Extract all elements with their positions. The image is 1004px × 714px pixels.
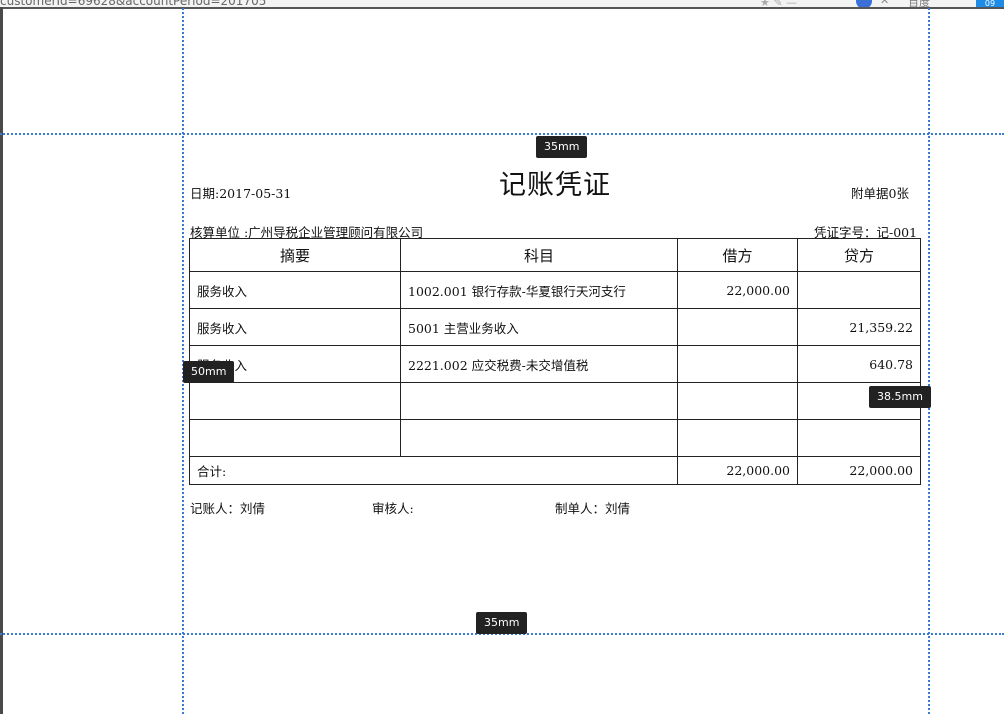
column-header-credit: 贷方 xyxy=(797,238,921,272)
window-frame-left xyxy=(0,7,3,714)
table-row: 服务收入 2221.002 应交税费-未交增值税 640.78 xyxy=(189,345,921,383)
debit-cell xyxy=(677,419,798,457)
account-cell xyxy=(400,419,678,457)
total-label: 合计: xyxy=(189,456,678,485)
voucher-date: 日期:2017-05-31 xyxy=(190,186,292,201)
summary-cell xyxy=(189,419,401,457)
credit-cell: 21,359.22 xyxy=(797,308,921,346)
table-row xyxy=(189,382,921,420)
account-cell: 2221.002 应交税费-未交增值税 xyxy=(400,345,678,383)
attachments-count: 附单据0张 xyxy=(851,186,909,201)
total-debit: 22,000.00 xyxy=(677,456,798,485)
debit-cell xyxy=(677,345,798,383)
bookkeeper: 记账人：刘倩 xyxy=(190,501,266,516)
total-credit: 22,000.00 xyxy=(797,456,921,485)
column-header-summary: 摘要 xyxy=(189,238,401,272)
column-header-debit: 借方 xyxy=(677,238,798,272)
credit-cell xyxy=(797,419,921,457)
column-header-account: 科目 xyxy=(400,238,678,272)
table-row: 服务收入 5001 主营业务收入 21,359.22 xyxy=(189,308,921,346)
bottom-margin-label[interactable]: 35mm xyxy=(476,612,528,634)
summary-cell: 服务收入 xyxy=(189,271,401,309)
right-margin-label[interactable]: 38.5mm xyxy=(869,386,931,408)
total-row: 合计: 22,000.00 22,000.00 xyxy=(189,456,921,485)
debit-cell: 22,000.00 xyxy=(677,271,798,309)
right-margin-guide[interactable] xyxy=(928,8,930,714)
table-header-row: 摘要 科目 借方 贷方 xyxy=(189,238,921,272)
summary-cell xyxy=(189,382,401,420)
account-cell xyxy=(400,382,678,420)
voucher-table: 摘要 科目 借方 贷方 服务收入 1002.001 银行存款-华夏银行天河支行 … xyxy=(189,238,921,485)
account-cell: 5001 主营业务收入 xyxy=(400,308,678,346)
debit-cell xyxy=(677,308,798,346)
left-margin-label[interactable]: 50mm xyxy=(183,361,235,383)
reviewer: 审核人: xyxy=(372,501,414,516)
preparer: 制单人：刘倩 xyxy=(555,501,631,516)
top-margin-guide[interactable] xyxy=(0,133,1004,135)
credit-cell: 640.78 xyxy=(797,345,921,383)
credit-cell xyxy=(797,271,921,309)
top-margin-label[interactable]: 35mm xyxy=(536,136,588,158)
close-icon[interactable]: ✕ xyxy=(880,0,889,7)
window-frame-top xyxy=(0,7,1004,9)
table-row xyxy=(189,419,921,457)
account-cell: 1002.001 银行存款-华夏银行天河支行 xyxy=(400,271,678,309)
summary-cell: 服务收入 xyxy=(189,308,401,346)
debit-cell xyxy=(677,382,798,420)
table-row: 服务收入 1002.001 银行存款-华夏银行天河支行 22,000.00 xyxy=(189,271,921,309)
